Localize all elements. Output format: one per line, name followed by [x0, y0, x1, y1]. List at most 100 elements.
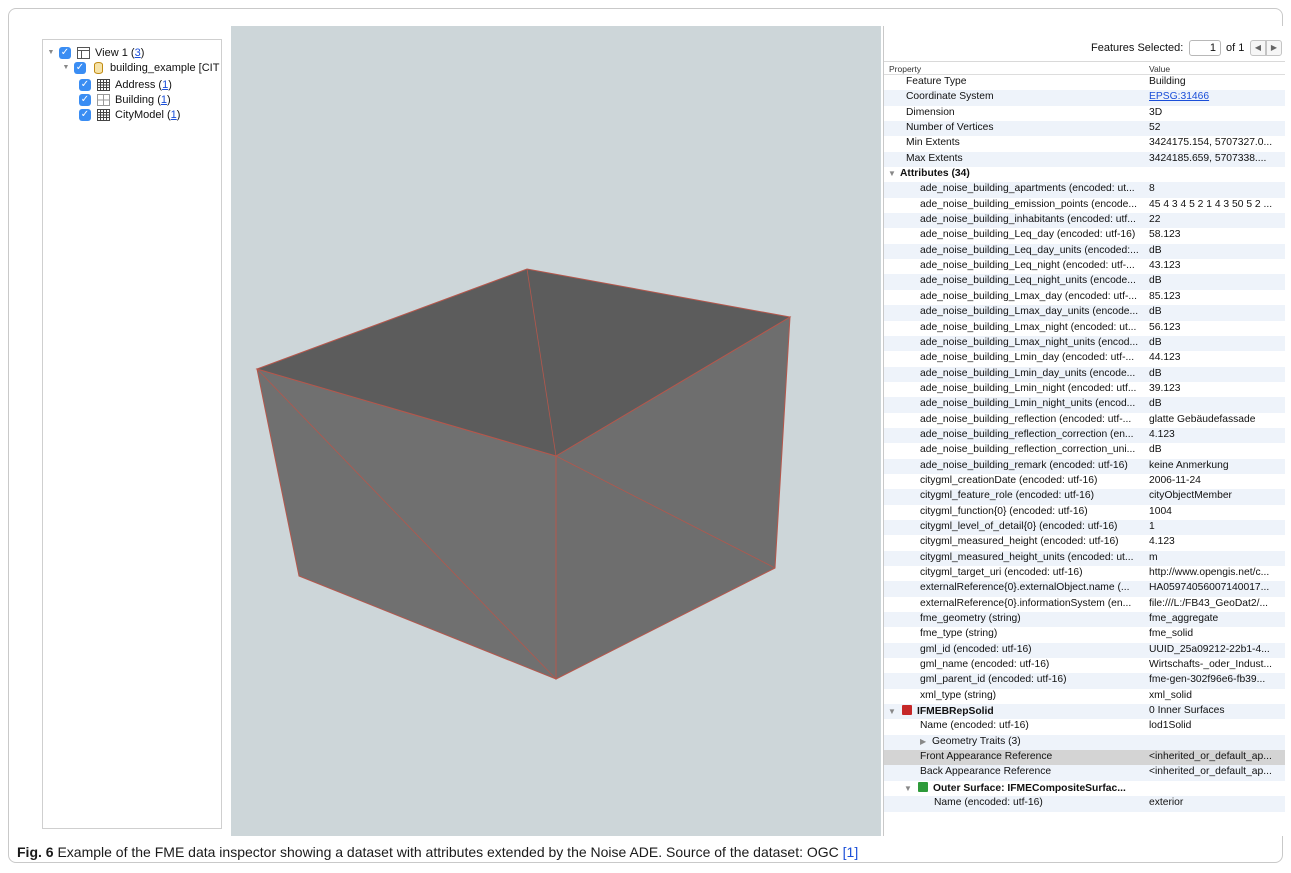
- value-cell: 44.123: [1149, 352, 1181, 364]
- property-cell: ade_noise_building_Lmin_night_units (enc…: [920, 398, 1146, 409]
- table-row[interactable]: externalReference{0}.externalObject.name…: [884, 581, 1285, 597]
- value-cell: glatte Gebäudefassade: [1149, 413, 1256, 425]
- value-cell[interactable]: EPSG:31466: [1149, 91, 1281, 102]
- table-row[interactable]: ade_noise_building_reflection_correction…: [884, 443, 1285, 458]
- collapsed-triangle-icon[interactable]: ▶: [920, 737, 932, 746]
- property-name: fme_type (string): [920, 628, 998, 640]
- layer-count[interactable]: 1: [161, 94, 167, 106]
- table-row[interactable]: ade_noise_building_inhabitants (encoded:…: [884, 213, 1285, 229]
- table-row[interactable]: citygml_target_uri (encoded: utf-16) http…: [884, 566, 1285, 581]
- property-cell: gml_name (encoded: utf-16): [920, 659, 1146, 670]
- table-row[interactable]: ade_noise_building_Leq_night_units (enco…: [884, 274, 1285, 290]
- view-count[interactable]: 3: [135, 47, 141, 59]
- expand-triangle-icon[interactable]: ▼: [904, 784, 916, 793]
- checkbox-icon[interactable]: ✓: [79, 78, 91, 91]
- property-name: Number of Vertices: [906, 122, 994, 134]
- tree-node-dataset[interactable]: ▼ ✓ building_example [CIT: [61, 60, 219, 75]
- property-name: IFMEBRepSolid: [917, 706, 994, 718]
- checkbox-icon[interactable]: ✓: [74, 61, 86, 74]
- table-row[interactable]: ▼ IFMEBRepSolid 0 Inner Surfaces: [884, 704, 1285, 720]
- table-row[interactable]: ade_noise_building_Lmin_day_units (encod…: [884, 366, 1285, 382]
- table-row[interactable]: citygml_measured_height (encoded: utf-16…: [884, 535, 1285, 550]
- feature-index-input[interactable]: 1: [1189, 40, 1221, 56]
- table-row[interactable]: Number of Vertices 52: [884, 121, 1285, 137]
- tree-node-layer[interactable]: ✓ Address (1): [76, 77, 172, 92]
- table-row[interactable]: fme_type (string) fme_solid: [884, 627, 1285, 642]
- table-row[interactable]: Max Extents 3424185.659, 5707338....: [884, 151, 1285, 168]
- checkbox-icon[interactable]: ✓: [59, 46, 71, 59]
- expand-triangle-icon[interactable]: ▼: [61, 64, 71, 71]
- 3d-viewport[interactable]: [231, 26, 881, 836]
- table-row[interactable]: ▼ Attributes (34): [884, 167, 1285, 182]
- property-name: ade_noise_building_Lmin_day (encoded: ut…: [920, 352, 1135, 364]
- table-row[interactable]: ▶ Geometry Traits (3): [884, 734, 1285, 751]
- next-feature-button[interactable]: ▶: [1266, 40, 1282, 56]
- tree-node-view[interactable]: ▼ ✓ View 1 (3): [46, 45, 144, 60]
- layer-count[interactable]: 1: [162, 79, 168, 91]
- checkbox-icon[interactable]: ✓: [79, 93, 91, 106]
- table-row[interactable]: Name (encoded: utf-16) exterior: [884, 796, 1285, 812]
- table-row[interactable]: ade_noise_building_Leq_day (encoded: utf…: [884, 228, 1285, 243]
- table-row[interactable]: ade_noise_building_Lmax_night (encoded: …: [884, 321, 1285, 336]
- table-row[interactable]: xml_type (string) xml_solid: [884, 689, 1285, 704]
- citation-link[interactable]: [1]: [843, 844, 859, 860]
- property-cell: ade_noise_building_Lmin_day_units (encod…: [920, 368, 1146, 379]
- previous-feature-button[interactable]: ◀: [1250, 40, 1266, 56]
- coordinate-system-link[interactable]: EPSG:31466: [1149, 91, 1209, 102]
- table-row[interactable]: citygml_level_of_detail{0} (encoded: utf…: [884, 519, 1285, 536]
- property-cell: ade_noise_building_apartments (encoded: …: [920, 183, 1146, 194]
- table-row[interactable]: ade_noise_building_remark (encoded: utf-…: [884, 458, 1285, 474]
- layer-count[interactable]: 1: [171, 109, 177, 121]
- table-row[interactable]: Dimension 3D: [884, 106, 1285, 121]
- table-row[interactable]: ade_noise_building_Lmin_night (encoded: …: [884, 382, 1285, 397]
- table-row[interactable]: Back Appearance Reference <inherited_or_d…: [884, 765, 1285, 781]
- tree-node-layer[interactable]: ✓ CityModel (1): [76, 107, 180, 122]
- table-row[interactable]: Name (encoded: utf-16) lod1Solid: [884, 719, 1285, 734]
- value-cell: 56.123: [1149, 321, 1181, 333]
- table-row[interactable]: ▼ Outer Surface: IFMECompositeSurfac...: [884, 781, 1285, 796]
- layer-label: Building: [115, 93, 155, 106]
- table-row[interactable]: citygml_function{0} (encoded: utf-16) 100…: [884, 505, 1285, 520]
- table-row[interactable]: Coordinate System EPSG:31466: [884, 90, 1285, 106]
- table-row[interactable]: ade_noise_building_Lmin_night_units (enc…: [884, 397, 1285, 413]
- table-row[interactable]: gml_id (encoded: utf-16) UUID_25a09212-22…: [884, 642, 1285, 659]
- table-row[interactable]: ade_noise_building_Leq_day_units (encode…: [884, 243, 1285, 260]
- column-header-value[interactable]: Value: [1149, 64, 1170, 74]
- expand-triangle-icon[interactable]: ▼: [46, 49, 56, 56]
- property-cell: ade_noise_building_Lmax_day_units (encod…: [920, 306, 1146, 317]
- property-cell: xml_type (string): [920, 690, 1146, 701]
- table-row[interactable]: ade_noise_building_Lmax_night_units (enc…: [884, 335, 1285, 352]
- table-row[interactable]: Feature Type Building: [884, 75, 1285, 90]
- column-header-property[interactable]: Property: [889, 64, 921, 74]
- table-row[interactable]: ade_noise_building_reflection_correction…: [884, 427, 1285, 444]
- checkbox-icon[interactable]: ✓: [79, 108, 91, 121]
- property-cell: gml_parent_id (encoded: utf-16): [920, 674, 1146, 685]
- tree-node-layer[interactable]: ✓ Building (1): [76, 92, 171, 107]
- property-cell: citygml_measured_height (encoded: utf-16…: [920, 536, 1146, 547]
- property-name: citygml_feature_role (encoded: utf-16): [920, 490, 1094, 502]
- property-name: Attributes (34): [900, 168, 970, 180]
- expand-triangle-icon[interactable]: ▼: [888, 707, 900, 716]
- table-row[interactable]: ade_noise_building_Leq_night (encoded: u…: [884, 259, 1285, 274]
- property-cell: ▼ Outer Surface: IFMECompositeSurfac...: [904, 781, 1144, 794]
- building-solid[interactable]: [231, 26, 881, 836]
- table-row[interactable]: ade_noise_building_Lmin_day (encoded: ut…: [884, 351, 1285, 366]
- table-row[interactable]: externalReference{0}.informationSystem (…: [884, 597, 1285, 612]
- feature-information-panel: Features Selected: 1 of 1 ◀ ▶ Property V…: [883, 26, 1285, 836]
- table-row[interactable]: Front Appearance Reference <inherited_or_…: [884, 750, 1285, 766]
- table-row[interactable]: ade_noise_building_Lmax_day (encoded: ut…: [884, 290, 1285, 305]
- table-row[interactable]: ade_noise_building_reflection (encoded: …: [884, 413, 1285, 428]
- property-cell: Dimension: [906, 107, 1146, 118]
- table-row[interactable]: ade_noise_building_apartments (encoded: …: [884, 182, 1285, 198]
- value-cell: Building: [1149, 76, 1186, 87]
- table-row[interactable]: citygml_measured_height_units (encoded: …: [884, 550, 1285, 566]
- table-row[interactable]: citygml_creationDate (encoded: utf-16) 20…: [884, 474, 1285, 489]
- table-row[interactable]: ade_noise_building_Lmax_day_units (encod…: [884, 305, 1285, 321]
- table-row[interactable]: ade_noise_building_emission_points (enco…: [884, 198, 1285, 213]
- table-row[interactable]: Min Extents 3424175.154, 5707327.0...: [884, 136, 1285, 151]
- table-row[interactable]: fme_geometry (string) fme_aggregate: [884, 612, 1285, 628]
- expand-triangle-icon[interactable]: ▼: [888, 169, 900, 178]
- table-row[interactable]: gml_name (encoded: utf-16) Wirtschafts-_o…: [884, 658, 1285, 673]
- table-row[interactable]: citygml_feature_role (encoded: utf-16) ci…: [884, 489, 1285, 505]
- table-row[interactable]: gml_parent_id (encoded: utf-16) fme-gen-3…: [884, 673, 1285, 689]
